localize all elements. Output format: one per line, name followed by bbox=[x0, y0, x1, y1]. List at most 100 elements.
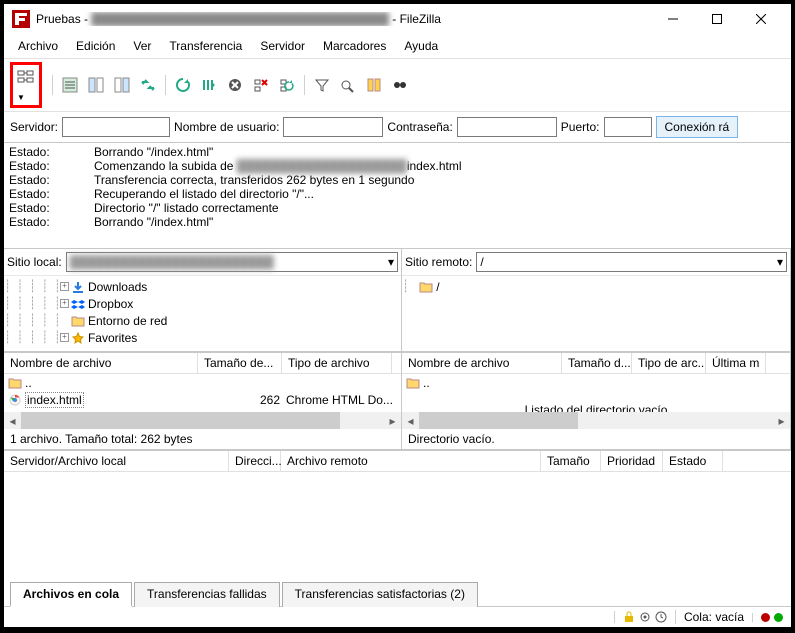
server-label: Servidor: bbox=[10, 120, 58, 134]
folder-icon bbox=[406, 377, 420, 389]
menu-marcadores[interactable]: Marcadores bbox=[315, 36, 394, 56]
log-label: Estado: bbox=[6, 201, 94, 215]
local-path-combo[interactable]: ████████████████████████▾ bbox=[66, 252, 398, 272]
remote-site-label: Sitio remoto: bbox=[405, 255, 472, 269]
app-icon bbox=[12, 10, 30, 28]
file-row[interactable]: .. bbox=[8, 374, 397, 391]
toggle-log-button[interactable] bbox=[59, 74, 81, 96]
remote-tree[interactable]: ┊ / bbox=[402, 276, 790, 352]
log-label: Estado: bbox=[6, 145, 94, 159]
local-filelist[interactable]: Nombre de archivoTamaño de...Tipo de arc… bbox=[4, 353, 401, 429]
log-message: Borrando "/index.html" bbox=[94, 215, 213, 229]
queue-column-header[interactable]: Servidor/Archivo local bbox=[4, 451, 229, 471]
chrome-icon bbox=[8, 394, 22, 406]
toggle-remotetree-button[interactable] bbox=[111, 74, 133, 96]
log-label: Estado: bbox=[6, 173, 94, 187]
filter-button[interactable] bbox=[311, 74, 333, 96]
log-label: Estado: bbox=[6, 159, 94, 173]
password-label: Contraseña: bbox=[387, 120, 452, 134]
gear-icon[interactable] bbox=[639, 611, 651, 623]
window-title: Pruebas - ██████████████████████████████… bbox=[36, 12, 651, 26]
dropdown-arrow-icon[interactable]: ▼ bbox=[17, 93, 25, 102]
queue-tab[interactable]: Transferencias satisfactorias (2) bbox=[282, 582, 478, 607]
tree-item[interactable]: ┊ ┊ ┊ ┊ ┊ +Dropbox bbox=[4, 295, 401, 312]
user-input[interactable] bbox=[283, 117, 383, 137]
queue-body[interactable] bbox=[4, 472, 791, 581]
toggle-localtree-button[interactable] bbox=[85, 74, 107, 96]
sync-browse-button[interactable] bbox=[363, 74, 385, 96]
remote-filelist[interactable]: Nombre de archivoTamaño d...Tipo de arc.… bbox=[402, 353, 790, 429]
column-header[interactable]: Tamaño de... bbox=[198, 353, 282, 373]
column-header[interactable]: Tipo de archivo bbox=[282, 353, 392, 373]
folder-icon bbox=[419, 281, 433, 293]
log-message: Directorio "/" listado correctamente bbox=[94, 201, 279, 215]
site-manager-button[interactable] bbox=[15, 67, 37, 89]
titlebar: Pruebas - ██████████████████████████████… bbox=[4, 4, 791, 34]
remote-path-combo[interactable]: /▾ bbox=[476, 252, 787, 272]
local-scrollbar[interactable]: ◂▸ bbox=[4, 412, 401, 429]
queue-status-label: Cola: vacía bbox=[684, 610, 744, 624]
file-row[interactable]: index.html262Chrome HTML Do... bbox=[8, 391, 397, 408]
menu-archivo[interactable]: Archivo bbox=[10, 36, 66, 56]
column-header[interactable]: Tamaño d... bbox=[562, 353, 632, 373]
queue-tab[interactable]: Transferencias fallidas bbox=[134, 582, 280, 607]
port-label: Puerto: bbox=[561, 120, 600, 134]
search-button[interactable] bbox=[389, 74, 411, 96]
menu-ver[interactable]: Ver bbox=[125, 36, 159, 56]
file-row[interactable]: .. bbox=[406, 374, 786, 391]
toggle-queue-button[interactable] bbox=[137, 74, 159, 96]
toolbar: ▼ bbox=[4, 59, 791, 112]
led-green-icon bbox=[774, 613, 783, 622]
queue-headers[interactable]: Servidor/Archivo localDirecci...Archivo … bbox=[4, 451, 791, 472]
menu-ayuda[interactable]: Ayuda bbox=[396, 36, 446, 56]
minimize-button[interactable] bbox=[651, 5, 695, 33]
reconnect-button[interactable] bbox=[276, 74, 298, 96]
tree-item[interactable]: ┊ ┊ ┊ ┊ ┊ +Downloads bbox=[4, 278, 401, 295]
menu-servidor[interactable]: Servidor bbox=[252, 36, 313, 56]
remote-status: Directorio vacío. bbox=[402, 429, 790, 450]
log-message: Transferencia correcta, transferidos 262… bbox=[94, 173, 414, 187]
local-tree[interactable]: ┊ ┊ ┊ ┊ ┊ +Downloads┊ ┊ ┊ ┊ ┊ +Dropbox┊ … bbox=[4, 276, 401, 352]
cancel-button[interactable] bbox=[224, 74, 246, 96]
menubar: ArchivoEdiciónVerTransferenciaServidorMa… bbox=[4, 34, 791, 59]
queue-tabs: Archivos en colaTransferencias fallidasT… bbox=[4, 581, 791, 606]
close-button[interactable] bbox=[739, 5, 783, 33]
menu-transferencia[interactable]: Transferencia bbox=[161, 36, 250, 56]
password-input[interactable] bbox=[457, 117, 557, 137]
log-message: Recuperando el listado del directorio "/… bbox=[94, 187, 314, 201]
tree-item[interactable]: ┊ / bbox=[402, 278, 790, 295]
queue-column-header[interactable]: Prioridad bbox=[601, 451, 663, 471]
refresh-button[interactable] bbox=[172, 74, 194, 96]
queue-column-header[interactable]: Tamaño bbox=[541, 451, 601, 471]
log-label: Estado: bbox=[6, 215, 94, 229]
compare-button[interactable] bbox=[337, 74, 359, 96]
port-input[interactable] bbox=[604, 117, 652, 137]
menu-edición[interactable]: Edición bbox=[68, 36, 123, 56]
log-message: Borrando "/index.html" bbox=[94, 145, 213, 159]
log-message: Comenzando la subida de ████████████████… bbox=[94, 159, 462, 173]
queue-tab[interactable]: Archivos en cola bbox=[10, 582, 132, 607]
queue-column-header[interactable]: Archivo remoto bbox=[281, 451, 541, 471]
tree-item[interactable]: ┊ ┊ ┊ ┊ ┊ +Favorites bbox=[4, 329, 401, 346]
column-header[interactable]: Tipo de arc... bbox=[632, 353, 706, 373]
queue-column-header[interactable]: Direcci... bbox=[229, 451, 281, 471]
remote-scrollbar[interactable]: ◂▸ bbox=[402, 412, 790, 429]
statusbar: Cola: vacía bbox=[4, 606, 791, 627]
tree-item[interactable]: ┊ ┊ ┊ ┊ ┊ Entorno de red bbox=[4, 312, 401, 329]
disconnect-button[interactable] bbox=[250, 74, 272, 96]
clock-icon bbox=[655, 611, 667, 623]
column-header[interactable]: Nombre de archivo bbox=[4, 353, 198, 373]
message-log[interactable]: Estado:Borrando "/index.html"Estado:Come… bbox=[4, 143, 791, 249]
user-label: Nombre de usuario: bbox=[174, 120, 279, 134]
quickconnect-button[interactable]: Conexión rá bbox=[656, 116, 739, 138]
queue-column-header[interactable]: Estado bbox=[663, 451, 723, 471]
maximize-button[interactable] bbox=[695, 5, 739, 33]
server-input[interactable] bbox=[62, 117, 170, 137]
star-icon bbox=[71, 332, 85, 344]
process-queue-button[interactable] bbox=[198, 74, 220, 96]
column-header[interactable]: Última m bbox=[706, 353, 766, 373]
folder-icon bbox=[8, 377, 22, 389]
column-header[interactable]: Nombre de archivo bbox=[402, 353, 562, 373]
local-status: 1 archivo. Tamaño total: 262 bytes bbox=[4, 429, 401, 450]
local-pane: Sitio local: ████████████████████████▾ ┊… bbox=[4, 249, 402, 352]
